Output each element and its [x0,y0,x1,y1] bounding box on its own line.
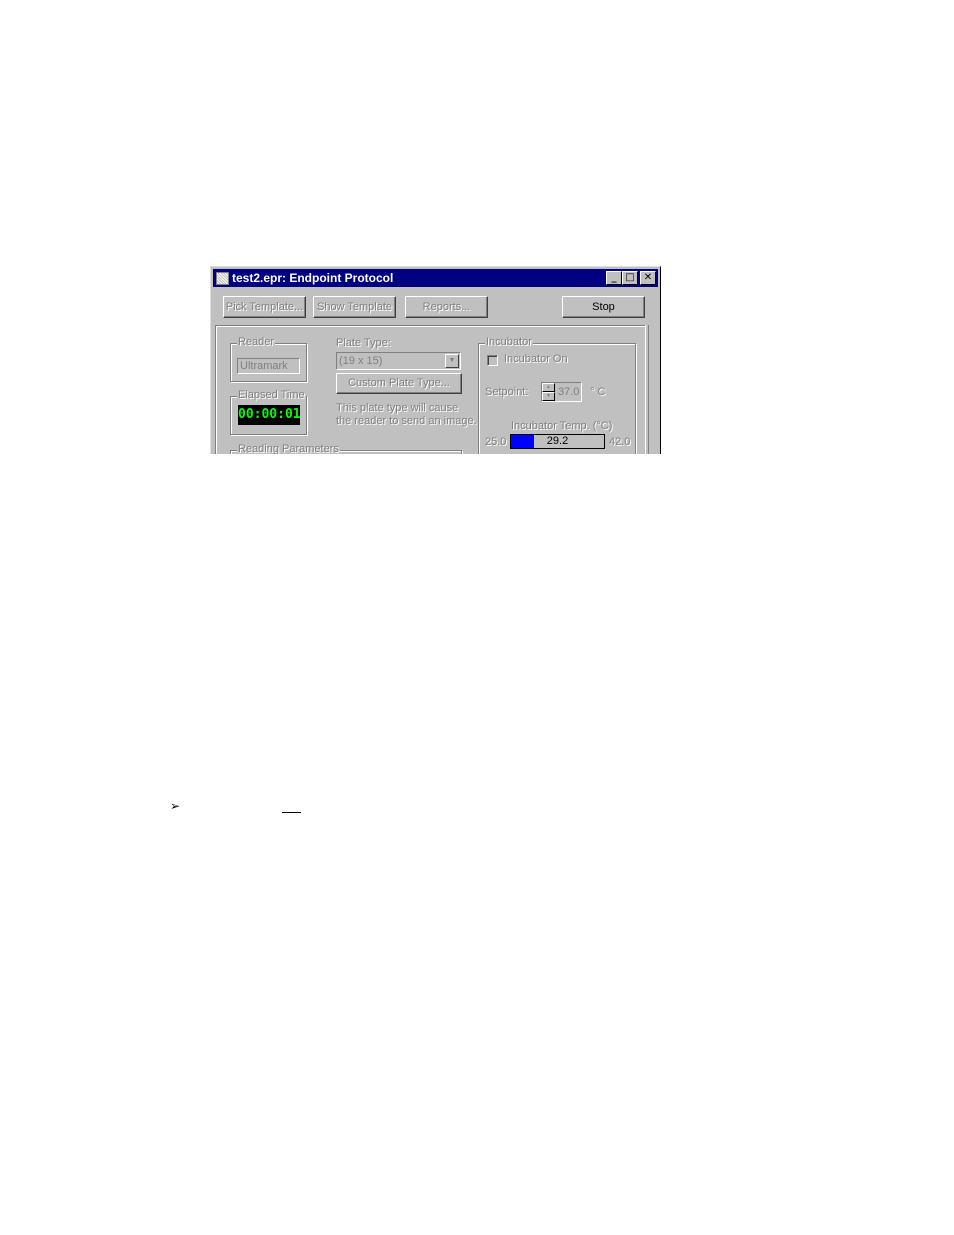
setpoint-unit: ° C [590,386,606,398]
elapsed-time-group: Elapsed Time 00:00:01 [230,389,307,435]
endpoint-protocol-window: test2.epr: Endpoint Protocol _ □ ✕ Pick … [210,266,661,454]
reader-group-label: Reader [237,336,276,348]
app-icon[interactable] [216,271,229,285]
pick-template-button[interactable]: Pick Template... [223,296,306,318]
chevron-down-icon[interactable]: ▼ [445,354,459,368]
underline-mark [282,812,301,813]
plate-type-value: (19 x 15) [339,355,383,367]
title-bar[interactable]: test2.epr: Endpoint Protocol _ □ ✕ [213,269,658,287]
incubator-group: Incubator Incubator On Setpoint: 37.0 ▲ … [478,336,636,454]
panel-divider [645,325,649,454]
setpoint-label: Setpoint: [485,386,529,398]
reading-parameters-label: Reading Parameters [237,443,340,454]
reading-parameters-group: Reading Parameters [230,443,462,454]
show-template-button[interactable]: Show Template [313,296,396,318]
reader-group: Reader Ultramark [230,336,307,382]
toolbar: Pick Template... Show Template Reports..… [211,290,660,322]
main-panel: Reader Ultramark Elapsed Time 00:00:01 P… [215,325,646,454]
incubator-on-label[interactable]: Incubator On [504,353,568,365]
reader-field: Ultramark [237,358,300,374]
plate-type-label: Plate Type: [336,337,391,349]
incubator-group-label: Incubator [485,336,533,348]
elapsed-time-label: Elapsed Time [237,389,306,401]
plate-type-select[interactable]: (19 x 15) ▼ [336,352,461,370]
elapsed-time-display: 00:00:01 [238,405,301,425]
minimize-button[interactable]: _ [606,271,622,285]
stop-button[interactable]: Stop [562,296,645,318]
reports-button[interactable]: Reports... [405,296,488,318]
plate-note-line1: This plate type will cause [336,402,459,414]
arrowhead-bullet-icon: ➢ [170,799,181,813]
close-button[interactable]: ✕ [640,271,656,285]
maximize-button[interactable]: □ [622,271,638,285]
incubator-temp-label: Incubator Temp. (°C) [511,420,613,432]
setpoint-spinner[interactable]: ▲ ▼ [542,383,555,401]
incubator-on-checkbox[interactable] [487,355,498,366]
spin-up-icon[interactable]: ▲ [542,383,555,392]
window-title: test2.epr: Endpoint Protocol [232,271,394,285]
incubator-temp-bar: 29.2 [510,434,605,449]
spin-down-icon[interactable]: ▼ [542,392,555,401]
temp-min-label: 25.0 [485,436,507,448]
plate-note-line2: the reader to send an image. [336,415,477,427]
incubator-temp-value: 29.2 [546,435,569,447]
custom-plate-type-button[interactable]: Custom Plate Type... [336,373,462,394]
temp-max-label: 42.0 [609,436,631,448]
